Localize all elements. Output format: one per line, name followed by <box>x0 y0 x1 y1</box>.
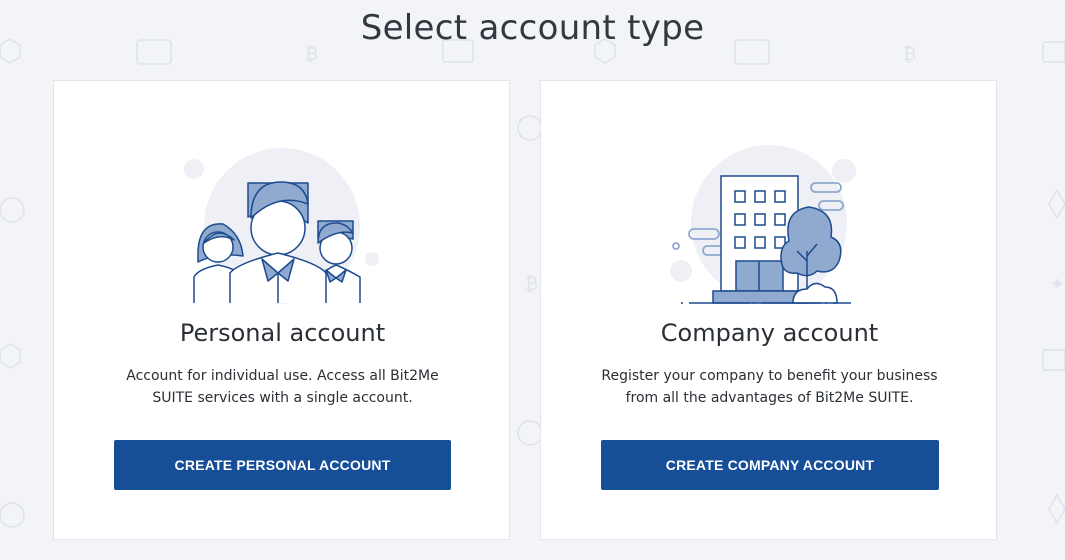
create-personal-account-button[interactable]: CREATE PERSONAL ACCOUNT <box>114 440 451 490</box>
office-building-icon <box>670 145 856 304</box>
create-company-account-button[interactable]: CREATE COMPANY ACCOUNT <box>601 440 939 490</box>
personal-account-card: Personal account Account for individual … <box>53 80 510 540</box>
card-description: Account for individual use. Access all B… <box>126 368 439 406</box>
card-title: Company account <box>660 319 879 347</box>
card-description: Register your company to benefit your bu… <box>601 368 938 406</box>
page-title: Select account type <box>360 8 705 48</box>
svg-text:₿: ₿ <box>525 274 538 295</box>
company-account-card: Company account Register your company to… <box>540 80 997 540</box>
card-title: Personal account <box>179 319 386 347</box>
people-group-icon <box>184 148 379 304</box>
svg-text:✦: ✦ <box>1050 274 1065 295</box>
